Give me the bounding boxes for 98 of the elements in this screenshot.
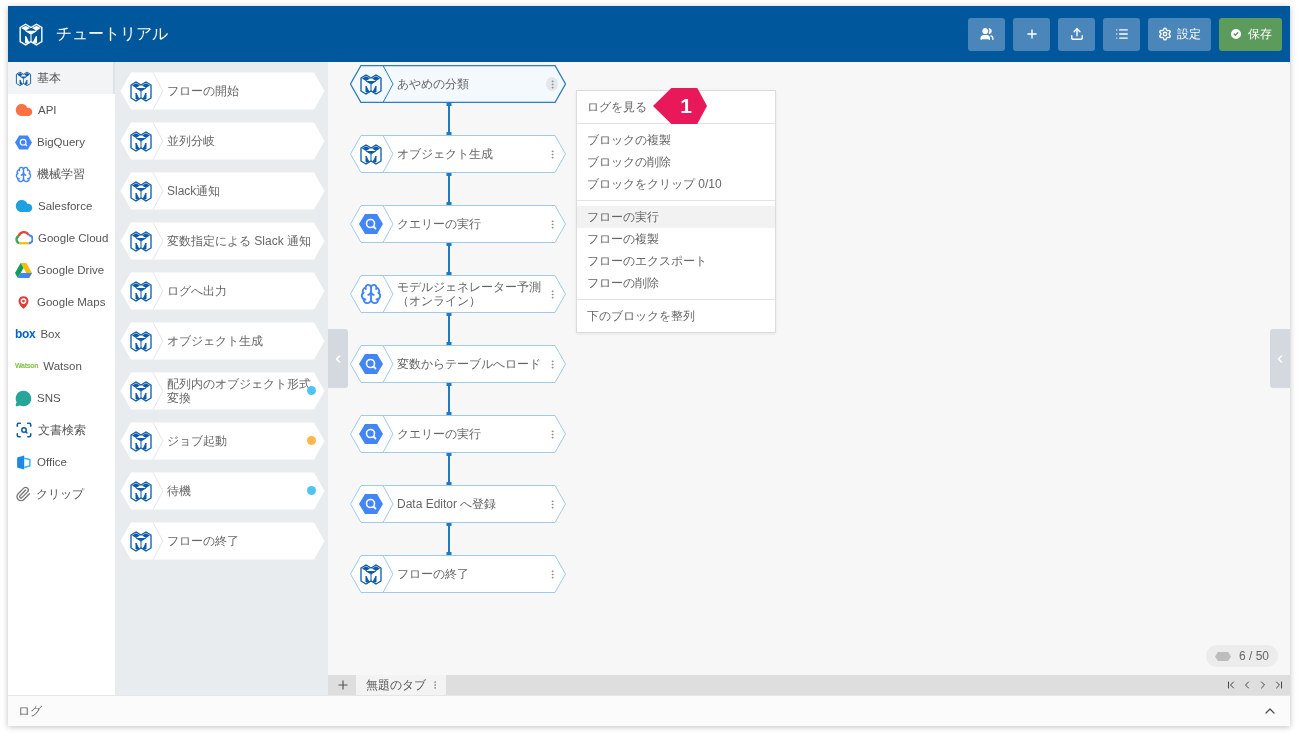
box-logo: box — [15, 326, 36, 342]
last-icon — [1273, 679, 1285, 691]
category-item[interactable]: Google Maps — [8, 286, 115, 318]
bigquery-icon — [359, 212, 383, 236]
bigquery-icon — [359, 422, 383, 446]
connector-line — [445, 523, 453, 555]
palette-block[interactable]: フローの終了 — [120, 522, 325, 560]
connector-line — [445, 173, 453, 205]
menu-item[interactable]: ログを見る — [577, 96, 655, 118]
palette-block[interactable]: 並列分岐 — [120, 122, 325, 160]
palette-block[interactable]: ジョブ起動 — [120, 422, 325, 460]
logo-icon — [129, 529, 153, 553]
block-icon — [1214, 651, 1231, 661]
logo-icon — [129, 479, 153, 503]
brain-icon — [15, 165, 32, 183]
menu-item[interactable]: フローのエクスポート — [577, 250, 715, 272]
cloud-icon — [15, 197, 33, 215]
flow-block[interactable]: フローの終了 — [350, 555, 566, 593]
log-title: ログ — [18, 702, 43, 720]
brain-icon — [360, 283, 382, 305]
menu-item[interactable]: ブロックをクリップ 0/10 — [577, 173, 730, 195]
palette-block[interactable]: ログへ出力 — [120, 272, 325, 310]
window-title: チュートリアル — [56, 23, 169, 44]
logo-icon — [129, 179, 153, 203]
connector-line — [445, 243, 453, 275]
document-search-icon — [15, 421, 33, 439]
category-item[interactable]: クリップ — [8, 478, 115, 510]
first-icon — [1225, 679, 1237, 691]
logo-icon — [359, 562, 383, 586]
flow-block[interactable]: Data Editor へ登録 — [350, 485, 566, 523]
connector-line — [445, 453, 453, 485]
logo-icon — [129, 229, 153, 253]
flow-block[interactable]: あやめの分類 — [350, 65, 566, 103]
map-pin-icon — [15, 293, 32, 311]
flow-block[interactable]: オブジェクト生成 — [350, 135, 566, 173]
upload-button[interactable] — [1058, 17, 1095, 51]
plus-icon — [336, 678, 350, 692]
palette-block[interactable]: フローの開始 — [120, 72, 325, 110]
category-item[interactable]: Google Cloud — [8, 222, 115, 254]
flow-block[interactable]: クエリーの実行 — [350, 415, 566, 453]
counter-text: 6 / 50 — [1238, 649, 1269, 663]
connector-line — [445, 313, 453, 345]
connector-line — [445, 103, 453, 135]
plus-icon — [1024, 27, 1039, 41]
logo-icon — [15, 69, 32, 87]
palette-block[interactable]: オブジェクト生成 — [120, 322, 325, 360]
speech-bubble-icon — [15, 389, 32, 407]
logo-icon — [129, 329, 153, 353]
category-item[interactable]: box Box — [8, 318, 115, 350]
logo-icon — [129, 79, 153, 103]
triangle-icon — [15, 262, 32, 278]
category-item[interactable]: API — [8, 94, 115, 126]
users-icon — [979, 27, 994, 41]
logo-icon — [129, 279, 153, 303]
cloud-icon — [15, 101, 33, 119]
office-icon — [15, 453, 32, 471]
palette-block[interactable]: Slack通知 — [120, 172, 325, 210]
bigquery-icon — [359, 492, 383, 516]
flow-block[interactable]: 変数からテーブルへロード — [350, 345, 566, 383]
bigquery-icon — [15, 133, 32, 151]
flow-block[interactable]: モデルジェネレーター予測（オンライン） — [350, 275, 566, 313]
add-button[interactable] — [1013, 17, 1050, 51]
logo-icon — [129, 129, 153, 153]
upload-icon — [1069, 27, 1084, 41]
list-icon — [1114, 27, 1129, 41]
gear-icon — [1158, 27, 1172, 41]
bigquery-icon — [359, 352, 383, 376]
menu-item[interactable]: ブロックの削除 — [577, 151, 679, 173]
menu-item[interactable]: フローの削除 — [577, 272, 667, 294]
category-item[interactable]: SNS — [8, 382, 115, 414]
connector-line — [445, 383, 453, 415]
menu-item[interactable]: 下のブロックを整列 — [577, 305, 703, 327]
list-button[interactable] — [1103, 17, 1140, 51]
category-item[interactable]: 基本 — [8, 62, 115, 94]
category-item[interactable]: BigQuery — [8, 126, 115, 158]
category-item[interactable]: 文書検索 — [8, 414, 115, 446]
paperclip-icon — [15, 486, 31, 502]
check-circle-icon — [1229, 27, 1243, 41]
category-item[interactable]: Office — [8, 446, 115, 478]
save-button[interactable]: 保存 — [1219, 17, 1282, 51]
users-button[interactable] — [968, 17, 1005, 51]
palette-block[interactable]: 変数指定による Slack 通知 — [120, 222, 325, 260]
palette-block[interactable]: 待機 — [120, 472, 325, 510]
logo-icon — [129, 379, 153, 403]
flow-block[interactable]: クエリーの実行 — [350, 205, 566, 243]
logo-icon — [359, 72, 383, 96]
logo-icon — [359, 142, 383, 166]
menu-item[interactable]: フローの複製 — [577, 228, 667, 250]
category-item[interactable]: 機械学習 — [8, 158, 115, 190]
flow-tab[interactable]: 無題のタブ — [356, 675, 446, 695]
category-item[interactable]: Salesforce — [8, 190, 115, 222]
cloud-icon — [15, 231, 33, 245]
category-item[interactable]: Google Drive — [8, 254, 115, 286]
logo-icon — [18, 21, 44, 47]
logo-icon — [129, 429, 153, 453]
settings-button[interactable]: 設定 — [1148, 17, 1211, 51]
menu-item[interactable]: ブロックの複製 — [577, 129, 679, 151]
menu-item[interactable]: フローの実行 — [577, 206, 775, 228]
